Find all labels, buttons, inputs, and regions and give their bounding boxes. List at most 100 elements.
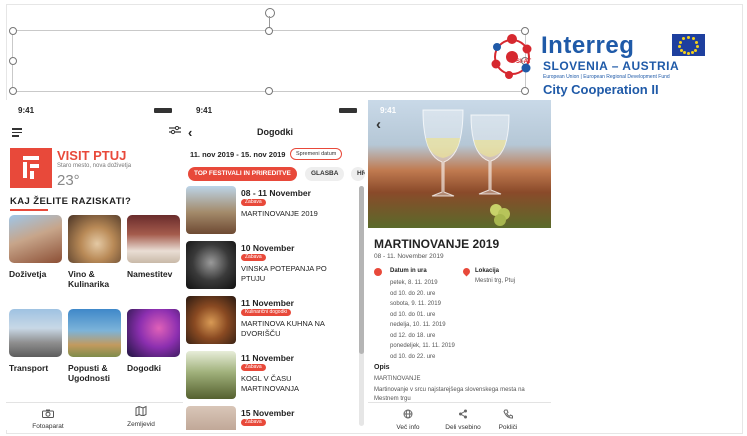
event-category-badge: Zabava xyxy=(241,364,266,371)
event-title: MARTINOVANJE 2019 xyxy=(241,209,318,218)
eu-flag-icon xyxy=(672,34,705,56)
event-item[interactable]: 10 November Zabava VINSKA POTEPANJA PO P… xyxy=(186,241,356,291)
location-heading: Lokacija xyxy=(475,268,500,274)
schedule-line: od 10. do 20. ure xyxy=(390,290,436,297)
tile-label: Vino & Kulinarika xyxy=(68,269,110,289)
brand-title: VISIT PTUJ xyxy=(57,148,127,163)
location-pin-icon xyxy=(461,266,472,277)
phone-icon xyxy=(503,409,513,419)
tile-namestitev[interactable]: Namestitev xyxy=(127,215,182,279)
event-thumbnail xyxy=(186,296,236,344)
share-icon xyxy=(459,409,467,419)
tab-zemljevid[interactable]: Zemljevid xyxy=(121,403,161,428)
description-heading: Opis xyxy=(374,364,390,371)
event-title: KOGL V ČASU MARTINOVANJA xyxy=(241,374,300,393)
action-label: Pokliči xyxy=(498,424,518,431)
logo-mark-text: SI-AT xyxy=(516,59,532,65)
interreg-logo-icon: SI-AT xyxy=(491,34,532,79)
event-date: 15 November xyxy=(241,408,295,418)
event-item[interactable]: 11 November Kulinarični dogodki MARTINOV… xyxy=(186,296,356,346)
resize-handle[interactable] xyxy=(9,87,17,95)
brand-tagline: Staro mesto, nova doživetja xyxy=(57,163,132,169)
visit-ptuj-logo-icon xyxy=(10,148,52,188)
hero-image xyxy=(368,100,551,228)
tile-image xyxy=(9,309,62,357)
tile-image xyxy=(127,309,180,357)
resize-handle[interactable] xyxy=(9,27,17,35)
tile-label: Transport xyxy=(9,363,49,373)
call-button[interactable]: Pokliči xyxy=(488,406,528,431)
tab-fotoaparat[interactable]: Fotoaparat xyxy=(28,405,68,430)
back-icon[interactable]: ‹ xyxy=(376,116,381,133)
status-icons xyxy=(339,108,357,113)
tile-transport[interactable]: Transport xyxy=(9,309,64,373)
event-item[interactable]: 11 November Zabava KOGL V ČASU MARTINOVA… xyxy=(186,351,356,401)
event-title: MARTINOVANJE 2019 xyxy=(374,237,500,251)
tile-dozivetja[interactable]: Doživetja xyxy=(9,215,64,279)
status-time: 9:41 xyxy=(196,106,213,115)
event-date: 10 November xyxy=(241,243,295,253)
tile-image xyxy=(9,215,62,263)
location-value: Mestni trg, Ptuj xyxy=(475,278,516,284)
date-time-heading: Datum in ura xyxy=(390,268,427,274)
tile-label: Dogodki xyxy=(127,363,161,373)
tab-label: Zemljevid xyxy=(127,421,155,428)
clock-icon xyxy=(374,268,382,276)
filter-chip-top[interactable]: TOP FESTIVALI IN PRIREDITVE xyxy=(188,167,297,181)
filter-chip-glasba[interactable]: GLASBA xyxy=(305,167,345,181)
event-date: 11 November xyxy=(241,298,294,308)
event-item[interactable]: 15 November Zabava xyxy=(186,406,356,430)
tile-dogodki[interactable]: Dogodki xyxy=(127,309,182,373)
section-title: KAJ ŽELITE RAZISKATI? xyxy=(10,196,132,207)
resize-handle[interactable] xyxy=(521,87,529,95)
interreg-wordmark: Interreg xyxy=(541,32,635,59)
scrollbar-track[interactable] xyxy=(359,186,364,426)
events-screen: 9:41 ‹ Dogodki 11. nov 2019 - 15. nov 20… xyxy=(184,100,366,430)
status-time: 9:41 xyxy=(380,106,397,115)
filter-icon[interactable] xyxy=(169,126,181,136)
event-dates: 08 - 11. November 2019 xyxy=(374,253,444,260)
tile-label: Namestitev xyxy=(127,269,173,279)
resize-handle[interactable] xyxy=(265,87,273,95)
tile-label: Doživetja xyxy=(9,269,47,279)
date-range: 11. nov 2019 - 15. nov 2019 xyxy=(190,150,286,159)
schedule-line: petek, 8. 11. 2019 xyxy=(390,280,438,286)
tile-image xyxy=(68,215,121,263)
event-title: MARTINOVA KUHNA NA DVORIŠČU xyxy=(241,319,325,338)
description-title: MARTINOVANJE xyxy=(374,376,421,382)
schedule-line: od 10. do 01. ure xyxy=(390,311,436,318)
tab-label: Fotoaparat xyxy=(32,423,64,430)
change-date-button[interactable]: Spremeni datum xyxy=(290,148,343,160)
tile-popusti-ugodnosti[interactable]: Popusti & Ugodnosti xyxy=(68,309,123,383)
program-region: SLOVENIA – AUSTRIA xyxy=(543,59,680,73)
event-title: VINSKA POTEPANJA PO PTUJU xyxy=(241,264,327,283)
event-thumbnail xyxy=(186,186,236,234)
event-date: 11 November xyxy=(241,353,294,363)
status-time: 9:41 xyxy=(18,106,35,115)
rotate-handle[interactable] xyxy=(265,8,275,18)
temperature: 23° xyxy=(57,172,80,189)
empty-text-box[interactable] xyxy=(12,30,526,92)
event-category-badge: Zabava xyxy=(241,254,266,261)
schedule-line: ponedeljek, 11. 11. 2019 xyxy=(390,343,455,349)
menu-icon[interactable] xyxy=(12,128,22,139)
schedule-line: sobota, 9. 11. 2019 xyxy=(390,301,441,307)
screen-title: Dogodki xyxy=(257,127,293,137)
schedule-line: od 10. do 22. ure xyxy=(390,353,436,360)
tile-label: Popusti & Ugodnosti xyxy=(68,363,111,383)
resize-handle[interactable] xyxy=(265,27,273,35)
more-info-button[interactable]: Več info xyxy=(388,406,428,431)
schedule-line: od 12. do 18. ure xyxy=(390,332,436,339)
scrollbar-thumb[interactable] xyxy=(359,186,364,354)
share-button[interactable]: Deli vsebino xyxy=(443,406,483,431)
event-detail-screen: 9:41 ‹ MARTINOVANJE 2019 08 - 11. Novemb… xyxy=(368,100,551,431)
event-item[interactable]: 08 - 11 November Zabava MARTINOVANJE 201… xyxy=(186,186,356,236)
event-category-badge: Zabava xyxy=(241,419,266,426)
filter-chip-hr[interactable]: HR xyxy=(351,167,365,181)
tile-vino-kulinarika[interactable]: Vino & Kulinarika xyxy=(68,215,123,289)
action-label: Deli vsebino xyxy=(445,424,481,431)
status-icons xyxy=(154,108,172,113)
resize-handle[interactable] xyxy=(9,57,17,65)
home-screen: 9:41 VISIT PTUJ Staro mesto, nova dožive… xyxy=(6,100,183,430)
action-bar-divider xyxy=(368,402,551,403)
